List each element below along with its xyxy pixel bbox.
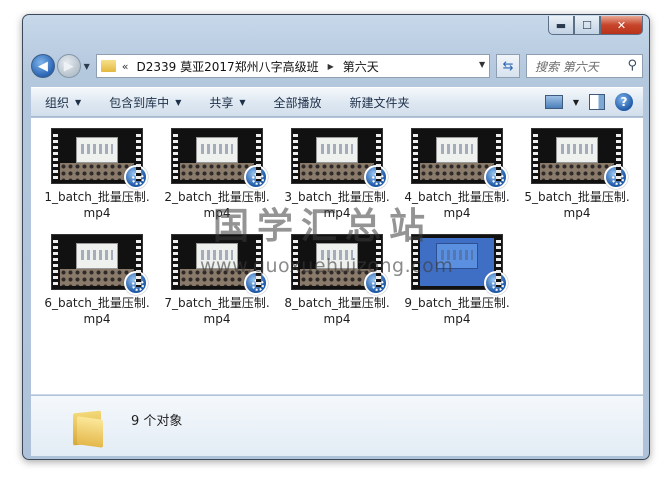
video-thumbnail	[531, 128, 628, 189]
video-thumbnail	[411, 128, 508, 189]
file-name: 6_batch_批量压制.mp4	[44, 296, 150, 326]
file-item[interactable]: 6_batch_批量压制.mp4	[37, 234, 157, 330]
back-button[interactable]: ◀	[31, 54, 55, 78]
chevron-down-icon: ▼	[239, 97, 246, 107]
media-player-icon	[604, 165, 628, 189]
refresh-icon: ⇆	[502, 58, 514, 74]
video-thumbnail	[171, 128, 268, 189]
search-input[interactable]: 搜索 第六天 ⚲	[525, 54, 643, 78]
close-button[interactable]: ✕	[600, 16, 643, 35]
breadcrumb-separator-icon[interactable]: ▶	[328, 62, 334, 71]
media-player-icon	[484, 271, 508, 295]
view-options-dropdown[interactable]: ▼	[573, 98, 579, 107]
media-player-icon	[484, 165, 508, 189]
maximize-button[interactable]: ☐	[574, 16, 600, 35]
details-pane: 9 个对象	[31, 396, 643, 456]
search-placeholder: 搜索 第六天	[534, 59, 599, 74]
breadcrumb-segment-current[interactable]: 第六天	[343, 58, 379, 75]
video-thumbnail	[51, 234, 148, 295]
address-overflow-chevron[interactable]: «	[122, 60, 129, 73]
help-icon[interactable]: ?	[615, 93, 633, 111]
navigation-bar: ◀ ▶ ▼ « D2339 莫亚2017郑州八字高级班 ▶ 第六天 ▼ ⇆ 搜索…	[31, 53, 643, 79]
refresh-button[interactable]: ⇆	[496, 54, 520, 78]
media-player-icon	[244, 165, 268, 189]
breadcrumb-segment[interactable]: D2339 莫亚2017郑州八字高级班	[136, 58, 318, 75]
recent-pages-dropdown[interactable]: ▼	[84, 62, 90, 71]
file-name: 5_batch_批量压制.mp4	[524, 190, 630, 220]
command-bar: 组织 ▼ 包含到库中 ▼ 共享 ▼ 全部播放 新建文件夹 ▼ ?	[31, 87, 643, 117]
media-player-icon	[124, 271, 148, 295]
item-count: 9 个对象	[131, 414, 183, 429]
organize-label: 组织	[45, 95, 70, 110]
video-thumbnail	[291, 128, 388, 189]
preview-pane-icon[interactable]	[589, 94, 605, 110]
share-button[interactable]: 共享 ▼	[195, 94, 259, 111]
watermark-text: 国学汇总站	[213, 205, 434, 247]
play-all-button[interactable]: 全部播放	[260, 94, 336, 111]
media-player-icon	[124, 165, 148, 189]
caption-buttons: ▬ ☐ ✕	[548, 16, 643, 35]
share-label: 共享	[209, 95, 234, 110]
minimize-button[interactable]: ▬	[548, 16, 574, 35]
file-name: 8_batch_批量压制.mp4	[284, 296, 390, 326]
video-thumbnail	[51, 128, 148, 189]
watermark-url: www.guoxuehuizong.com	[200, 255, 454, 277]
change-view-icon[interactable]	[544, 95, 563, 109]
forward-button[interactable]: ▶	[56, 54, 81, 78]
back-arrow-icon: ◀	[37, 58, 48, 74]
organize-button[interactable]: 组织 ▼	[31, 94, 95, 111]
forward-arrow-icon: ▶	[63, 58, 74, 74]
new-folder-button[interactable]: 新建文件夹	[336, 94, 424, 111]
file-name: 7_batch_批量压制.mp4	[164, 296, 270, 326]
file-item[interactable]: 5_batch_批量压制.mp4	[517, 128, 637, 224]
chevron-down-icon: ▼	[75, 97, 82, 107]
include-in-library-button[interactable]: 包含到库中 ▼	[95, 94, 195, 111]
folder-icon	[100, 60, 116, 72]
chevron-down-icon: ▼	[175, 97, 182, 107]
file-name: 9_batch_批量压制.mp4	[404, 296, 510, 326]
folder-icon	[71, 410, 105, 448]
file-item[interactable]: 1_batch_批量压制.mp4	[37, 128, 157, 224]
media-player-icon	[364, 165, 388, 189]
address-bar[interactable]: « D2339 莫亚2017郑州八字高级班 ▶ 第六天 ▼	[95, 54, 491, 78]
toolbar-right: ▼ ?	[544, 93, 643, 111]
search-icon[interactable]: ⚲	[627, 58, 637, 73]
file-name: 1_batch_批量压制.mp4	[44, 190, 150, 220]
address-dropdown-icon[interactable]: ▼	[479, 60, 485, 69]
include-library-label: 包含到库中	[109, 95, 170, 110]
